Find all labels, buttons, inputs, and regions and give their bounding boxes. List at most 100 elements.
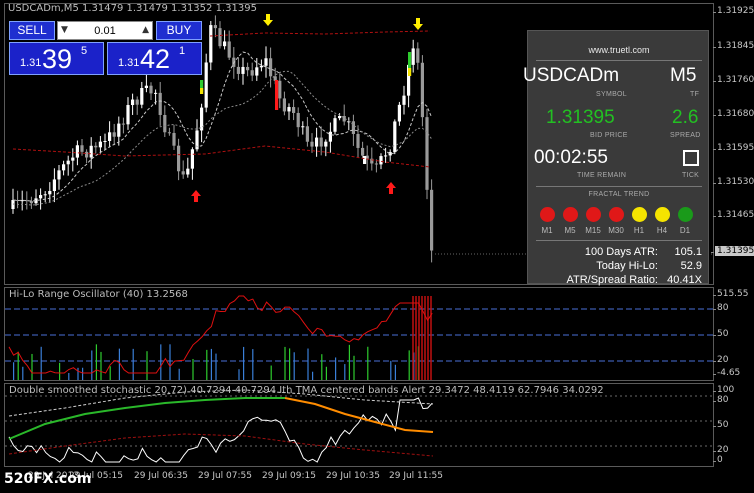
chart-caption: USDCADm,M5 1.31479 1.31479 1.31352 1.313… (8, 3, 257, 14)
symbol-info-panel: www.truetl.com USDCADm SYMBOL M5 TF 1.31… (523, 30, 709, 286)
price-tick: 1.31680 (712, 109, 754, 119)
lot-size-input[interactable] (70, 22, 140, 39)
oscillator-axis: 515.55 80 50 20 -4.65 (712, 287, 754, 381)
arrow-shape (413, 18, 423, 30)
info-bid-price-label: BID PRICE (590, 132, 628, 139)
candle-body (149, 85, 153, 94)
candle-body (241, 66, 245, 74)
atr-label: 100 Days ATR: (584, 246, 658, 258)
candle-body (425, 117, 429, 190)
osc-tick: 50 (712, 329, 729, 339)
stoch-tick: 100 (712, 385, 735, 395)
candle-body (181, 171, 185, 175)
info-symbol: USDCADm (523, 65, 620, 86)
bid-big-digits: 39 (42, 44, 73, 74)
fractal-dot-h1 (632, 207, 647, 222)
tma-uptrend-line (8, 397, 285, 440)
candle-body (379, 156, 383, 165)
one-click-trading-panel: SELL ▼ ▲ BUY 1.31 39 5 1.31 42 1 (9, 20, 202, 76)
ratio-label: ATR/Spread Ratio: (566, 274, 658, 286)
info-symbol-label: SYMBOL (596, 91, 627, 98)
bid-price-box[interactable]: 1.31 39 5 (9, 42, 104, 75)
info-spread: 2.6 (672, 107, 699, 128)
price-tick: 1.31595 (712, 143, 754, 153)
candle-body (62, 164, 66, 171)
signal-bar-yellow (408, 68, 412, 76)
candle-body (282, 98, 286, 112)
time-tick: 29 Jul 09:15 (262, 471, 316, 481)
candle-body (255, 67, 259, 76)
candle-body (140, 87, 144, 105)
candle-body (112, 132, 116, 137)
candle-body (135, 99, 139, 105)
candle-body (48, 191, 52, 195)
candle-body (117, 123, 121, 137)
fractal-dot-d1 (678, 207, 693, 222)
candle-body (172, 132, 176, 146)
lot-decrease-icon[interactable]: ▼ (61, 25, 68, 35)
candle-body (209, 25, 213, 63)
info-divider (536, 240, 702, 241)
oscillator-canvas[interactable] (5, 288, 714, 381)
candle-body (305, 126, 309, 142)
candle-body (75, 145, 79, 158)
info-spread-label: SPREAD (670, 132, 701, 139)
candle-body (361, 147, 365, 156)
candle-body (227, 41, 231, 58)
ask-price-box[interactable]: 1.31 42 1 (107, 42, 202, 75)
oscillator-caption: Hi-Lo Range Oscillator (40) 13.2568 (9, 289, 188, 300)
candle-body (420, 62, 424, 118)
candle-body (71, 157, 75, 161)
sell-button[interactable]: SELL (9, 21, 55, 40)
watermark-logo: 520FX.com (4, 471, 92, 487)
candle-body (324, 141, 328, 147)
time-axis: 29 Jul 2013 29 Jul 05:15 29 Jul 06:35 29… (4, 468, 714, 482)
candle-body (411, 48, 415, 65)
osc-tick: 515.55 (713, 289, 749, 299)
stochastic-canvas[interactable] (5, 384, 714, 467)
candle-body (167, 132, 171, 134)
candle-body (296, 112, 300, 128)
candle-body (126, 105, 130, 125)
candle-body (287, 107, 291, 112)
hilo-label: Today Hi-Lo: (596, 260, 658, 272)
stoch-tick: 0 (713, 455, 723, 465)
bid-prefix: 1.31 (20, 57, 42, 69)
candle-body (250, 70, 254, 76)
fractal-dot-label: M1 (541, 226, 553, 235)
price-tick: 1.31465 (712, 210, 754, 220)
candle-body (158, 92, 162, 115)
lot-size-stepper[interactable]: ▼ ▲ (57, 21, 153, 40)
stoch-tick: 50 (712, 420, 729, 430)
upper-band-line (209, 30, 431, 37)
candle-body (301, 126, 305, 128)
atr-value: 105.1 (674, 246, 702, 258)
hilo-oscillator-pane[interactable]: Hi-Lo Range Oscillator (40) 13.2568 (4, 287, 714, 381)
stochastic-pane[interactable]: Double smoothed stochastic 20.72) 40.729… (4, 383, 714, 467)
lot-increase-icon[interactable]: ▲ (142, 25, 149, 35)
fractal-dot-m15 (586, 207, 601, 222)
candle-body (204, 62, 208, 108)
candle-body (89, 145, 93, 158)
buy-button[interactable]: BUY (156, 21, 202, 40)
candle-body (246, 66, 250, 71)
candle-body (356, 133, 360, 148)
fractal-dot-m30 (609, 207, 624, 222)
candle-body (292, 107, 296, 113)
candle-body (393, 121, 397, 153)
price-tick: 1.31530 (712, 177, 754, 187)
osc-tick: 80 (712, 303, 729, 313)
current-price-label: 1.31395 (710, 246, 754, 256)
arrow-shape (386, 182, 396, 194)
stochastic-line (8, 397, 433, 463)
candle-body (66, 160, 70, 165)
candle-body (108, 132, 112, 141)
tick-checkbox[interactable] (683, 150, 699, 166)
osc-tick: 20 (712, 355, 729, 365)
candle-body (351, 121, 355, 134)
candle-body (328, 131, 332, 142)
candle-body (43, 194, 47, 196)
candle-body (264, 58, 268, 66)
signal-bar-red (275, 80, 279, 110)
candle-body (52, 179, 56, 192)
